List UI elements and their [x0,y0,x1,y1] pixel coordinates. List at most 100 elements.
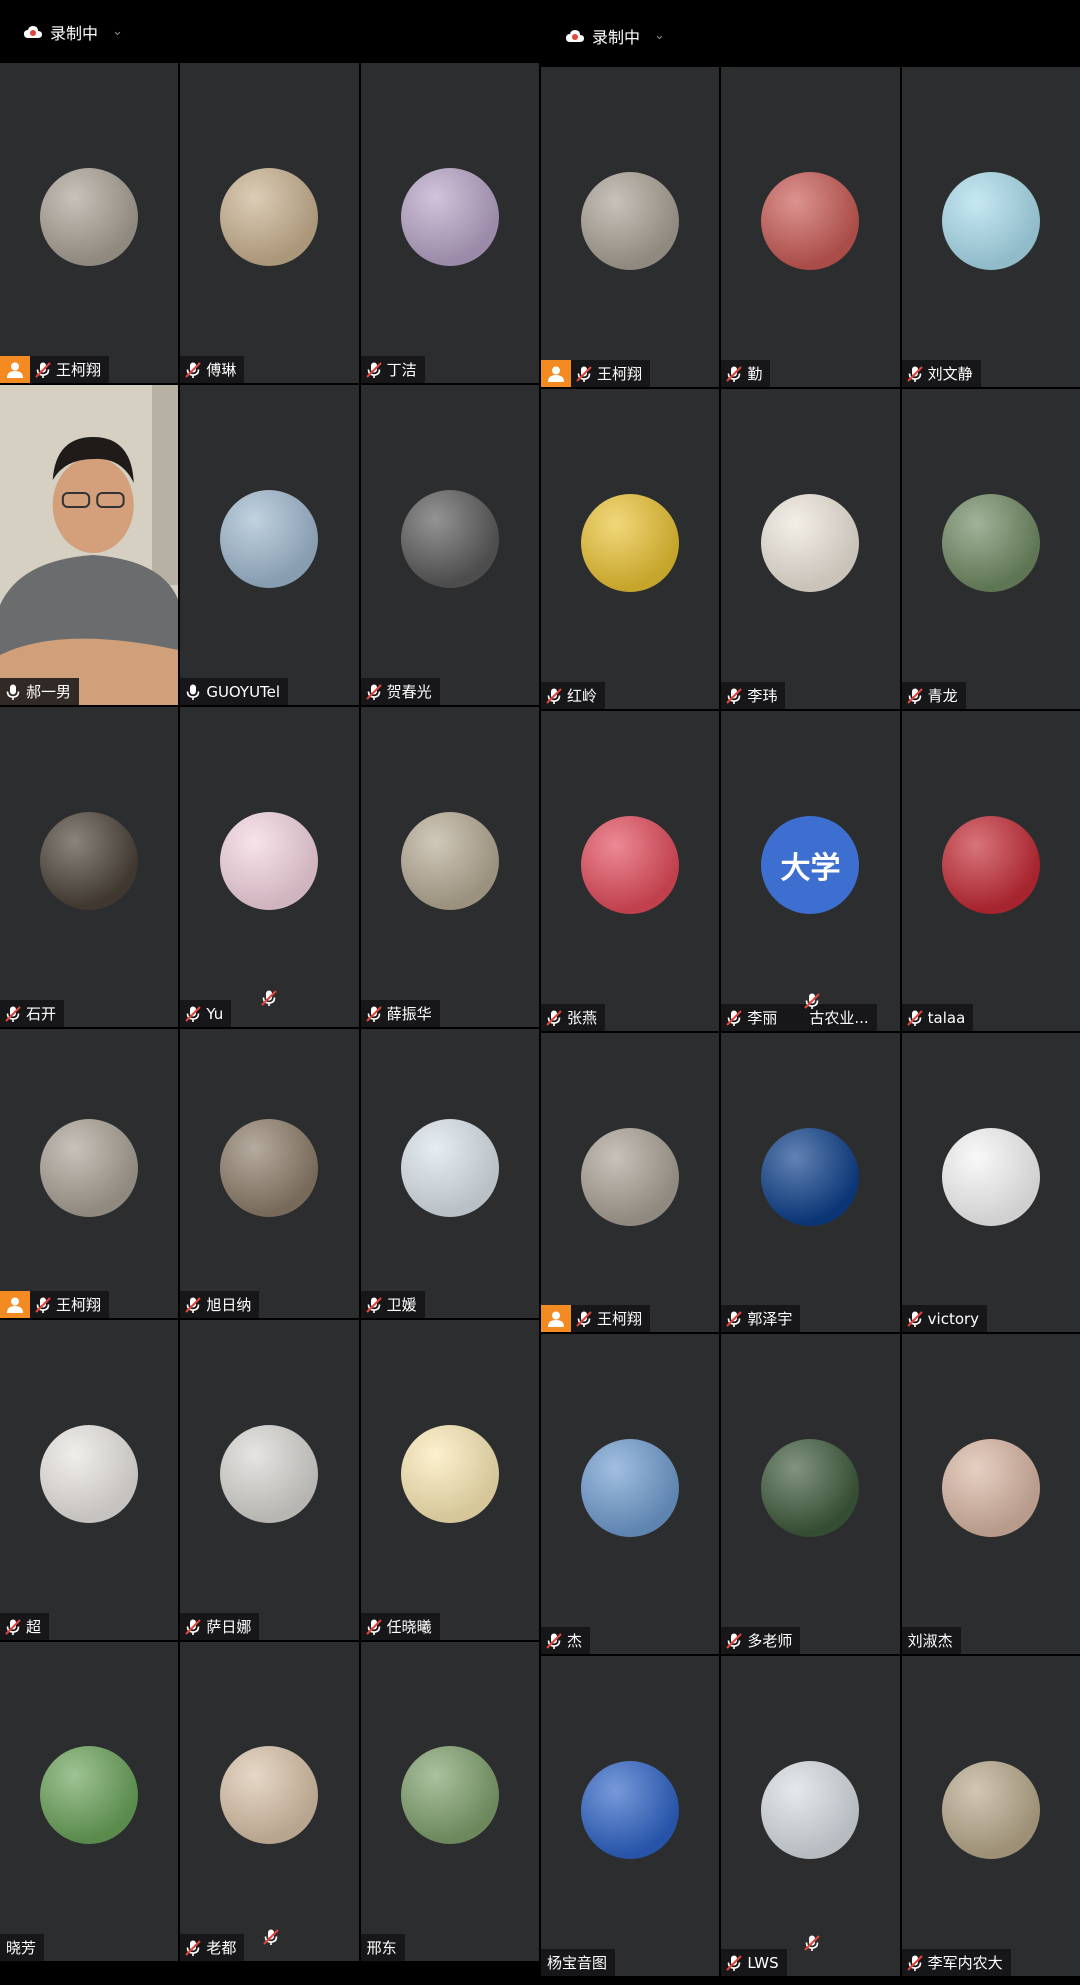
participant-name-tag: victory [901,1305,988,1332]
participant-name: 刘文静 [927,365,973,383]
participant-tile[interactable]: 李玮 [721,389,900,709]
name-label: 旭日纳 [180,1291,260,1318]
stone-carving-avatar [40,811,139,910]
participant-tile[interactable]: 王柯翔 [541,1033,720,1332]
floating-mic-icon[interactable] [258,1920,284,1954]
participant-name: 张燕 [567,1009,598,1027]
participant-tile[interactable]: 李军内农大 [901,1656,1080,1976]
participant-tile[interactable]: 王柯翔 [0,63,179,383]
floating-mic-icon[interactable] [256,981,282,1015]
participant-tile[interactable]: 萨日娜 [180,1320,359,1640]
participant-name: 王柯翔 [56,361,102,379]
name-label: 傅琳 [180,356,245,383]
participant-name-tag: 刘淑杰 [901,1627,961,1654]
recording-indicator[interactable]: 录制中 ⌄ [24,20,123,44]
participant-name-tag: Yu [180,1000,232,1027]
host-badge [541,360,571,387]
participant-tile[interactable]: Yu [180,707,359,1027]
participant-tile[interactable]: talaa [901,711,1080,1031]
participant-name: 薛振华 [386,1005,432,1023]
participant-tile[interactable]: 杰 [541,1334,720,1654]
floating-mic-icon[interactable] [799,1926,825,1960]
participant-name-tag: 红岭 [541,682,606,709]
mic-muted-icon [576,365,592,382]
participant-name-tag: 丁洁 [360,356,425,383]
participant-name-tag: 傅琳 [180,356,245,383]
sun-smile-avatar [400,1424,499,1523]
participant-tile[interactable]: 王柯翔 [541,67,720,387]
participant-name: 晓芳 [6,1939,37,1957]
host-person-icon [7,1297,23,1313]
name-label: 萨日娜 [180,1613,260,1640]
participant-tile[interactable]: 郭泽宇 [721,1033,900,1332]
kids-play-avatar [941,1438,1040,1537]
participant-tile[interactable]: 旭日纳 [180,1029,359,1318]
participant-name-tag: 多老师 [721,1627,801,1654]
participant-name-tag: 勤 [721,360,771,387]
name-label: talaa [901,1004,974,1031]
participant-tile[interactable]: 老都 [180,1642,359,1961]
participant-tile[interactable]: 薛振华 [360,707,539,1027]
name-label: 晓芳 [0,1934,45,1961]
participant-name-tag: 任晓曦 [360,1613,440,1640]
mic-on-icon [6,684,20,700]
participant-tile[interactable]: 刘文静 [901,67,1080,387]
participant-tile[interactable]: 超 [0,1320,179,1640]
man-portrait-avatar [941,1760,1040,1859]
participant-name-tag: 李军内农大 [901,1949,1011,1976]
participant-name: 李玮 [747,687,778,705]
name-label: 老都 [180,1934,245,1961]
participant-tile[interactable]: victory [901,1033,1080,1332]
host-badge [0,1291,30,1318]
host-person-icon [548,1311,564,1327]
participant-name: 超 [26,1618,42,1636]
participant-tile[interactable]: 王柯翔 [0,1029,179,1318]
participant-tile[interactable]: 晓芳 [0,1642,179,1961]
name-label: 李玮 [721,682,786,709]
recording-indicator[interactable]: 录制中 ⌄ [566,24,665,48]
participant-tile[interactable]: GUOYUTel [180,385,359,705]
participant-name: victory [927,1309,980,1328]
participant-tile[interactable]: 傅琳 [180,63,359,383]
participant-name: 李丽 [747,1009,778,1027]
mic-muted-icon [185,361,202,378]
participant-tile[interactable]: 贺春光 [360,385,539,705]
participant-tile[interactable]: 张燕 [541,711,720,1031]
participant-tile[interactable]: 邢东 [360,1642,539,1961]
name-label: victory [901,1305,988,1332]
participant-tile[interactable]: 刘淑杰 [901,1334,1080,1654]
recording-bar: 录制中 ⌄ [0,0,539,63]
person-silhouette [0,385,179,705]
participant-name-tag: 青龙 [901,682,966,709]
cartoon-elephant-avatar [220,811,319,910]
participant-tile[interactable]: 郝一男 [0,385,179,705]
name-label: 王柯翔 [571,360,651,387]
recording-label: 录制中 [592,27,641,47]
participant-name-tag: talaa [901,1004,974,1031]
lotus-avatar [40,1746,139,1845]
cartoon-boy-avatar [581,1760,680,1859]
participant-name: 丁洁 [386,361,417,379]
participant-name-tag: 邢东 [360,1934,405,1961]
participant-tile[interactable]: 任晓曦 [360,1320,539,1640]
participant-name: 王柯翔 [597,365,643,383]
name-label: 郝一男 [0,678,80,705]
mic-muted-icon [906,1954,923,1971]
name-label: 石开 [0,1000,65,1027]
participant-tile[interactable]: 青龙 [901,389,1080,709]
sketch-girl-avatar [941,1127,1040,1226]
host-badge [541,1305,571,1332]
participant-tile[interactable]: 勤 [721,67,900,387]
participant-tile[interactable]: 杨宝音图 [541,1656,720,1976]
participant-tile[interactable]: 多老师 [721,1334,900,1654]
participant-tile[interactable]: 卫媛 [360,1029,539,1318]
participant-tile[interactable]: 红岭 [541,389,720,709]
participant-tile[interactable]: 丁洁 [360,63,539,383]
name-label: 刘文静 [901,360,981,387]
participant-tile[interactable]: 大学 李丽 古农业... [721,711,900,1031]
name-label: 薛振华 [360,1000,440,1027]
floating-mic-icon[interactable] [799,984,825,1018]
participant-tile[interactable]: 石开 [0,707,179,1027]
test-pattern-avatar [581,493,680,592]
participant-name: 任晓曦 [386,1618,432,1636]
